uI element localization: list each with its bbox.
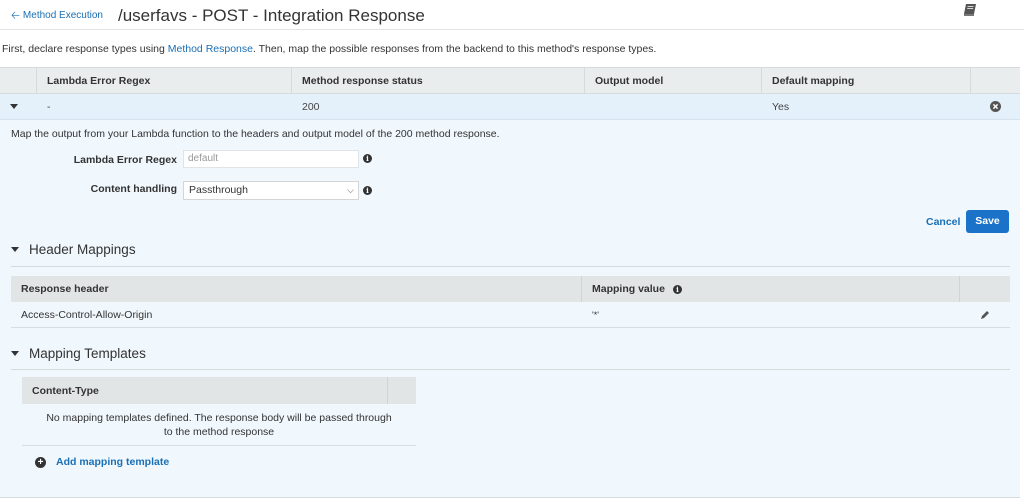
cancel-button[interactable]: Cancel — [926, 216, 960, 228]
delete-response-button[interactable] — [971, 94, 1020, 119]
page-title: /userfavs - POST - Integration Response — [118, 6, 425, 25]
plus-circle-icon: + — [35, 456, 46, 468]
content-handling-label: Content handling — [90, 183, 177, 195]
caret-down-icon — [11, 351, 19, 356]
column-header-content-type: Content-Type — [22, 377, 388, 404]
detail-description: Map the output from your Lambda function… — [11, 128, 500, 140]
column-header-output-model: Output model — [585, 68, 762, 93]
mapping-templates-table-header: Content-Type — [22, 377, 416, 404]
response-row[interactable]: - 200 Yes — [0, 94, 1020, 120]
column-header-default-mapping: Default mapping — [762, 68, 971, 93]
column-header-mapping-value: Mapping value i — [582, 276, 960, 302]
chevron-down-icon: ⌵ — [347, 185, 354, 195]
intro-text: First, declare response types using Meth… — [2, 43, 656, 55]
content-handling-info-icon[interactable]: i — [363, 186, 372, 195]
regex-label: Lambda Error Regex — [73, 154, 177, 166]
section-divider — [11, 266, 1010, 267]
intro-before: First, declare response types using — [2, 43, 168, 55]
empty-templates-message: No mapping templates defined. The respon… — [22, 404, 416, 446]
expand-column-header — [0, 68, 37, 93]
edit-column-header — [960, 276, 1010, 302]
collapse-toggle[interactable] — [0, 94, 37, 119]
save-button[interactable]: Save — [966, 210, 1009, 233]
responses-table-header: Lambda Error Regex Method response statu… — [0, 67, 1020, 94]
row-response-header: Access-Control-Allow-Origin — [21, 308, 153, 321]
section-divider — [11, 369, 1010, 370]
mapping-templates-toggle[interactable]: Mapping Templates — [11, 346, 146, 361]
book-icon[interactable] — [963, 3, 979, 17]
method-execution-link[interactable]: 🡠 Method Execution — [11, 10, 103, 21]
intro-after: . Then, map the possible responses from … — [252, 43, 657, 55]
header-mapping-row: Access-Control-Allow-Origin '*' — [11, 302, 1010, 328]
row-method-response-status: 200 — [302, 100, 320, 113]
content-handling-value: Passthrough — [189, 184, 248, 196]
edit-mapping-button[interactable] — [960, 302, 1010, 327]
regex-input[interactable]: default — [183, 150, 359, 168]
column-header-response-header: Response header — [11, 276, 582, 302]
top-bar: 🡠 Method Execution /userfavs - POST - In… — [0, 0, 1024, 30]
mapping-value-info-icon[interactable]: i — [672, 284, 682, 294]
row-output-model — [585, 94, 762, 119]
caret-down-icon — [10, 104, 18, 109]
header-mappings-table-header: Response header Mapping value i — [11, 276, 1010, 302]
row-mapping-value: '*' — [592, 309, 599, 320]
back-link-label: Method Execution — [22, 10, 103, 21]
header-mappings-title: Header Mappings — [29, 242, 136, 257]
method-response-link[interactable]: Method Response — [168, 43, 253, 55]
action-column-header — [388, 377, 416, 404]
caret-down-icon — [11, 247, 19, 252]
add-mapping-template-button[interactable]: + Add mapping template — [35, 456, 169, 468]
content-handling-select[interactable]: Passthrough ⌵ — [183, 181, 359, 200]
header-mappings-toggle[interactable]: Header Mappings — [11, 242, 136, 257]
arrow-left-icon: 🡠 — [11, 9, 20, 22]
row-lambda-error-regex: - — [47, 100, 51, 113]
pencil-icon — [981, 310, 989, 319]
close-circle-icon — [990, 101, 1001, 112]
column-header-method-response-status: Method response status — [292, 68, 585, 93]
mapping-value-label: Mapping value — [592, 283, 665, 295]
add-mapping-template-label: Add mapping template — [56, 456, 170, 468]
action-column-header — [971, 68, 1020, 93]
mapping-templates-title: Mapping Templates — [29, 346, 146, 361]
row-default-mapping: Yes — [772, 100, 790, 113]
column-header-lambda-error-regex: Lambda Error Regex — [37, 68, 292, 93]
regex-info-icon[interactable]: i — [363, 154, 372, 163]
